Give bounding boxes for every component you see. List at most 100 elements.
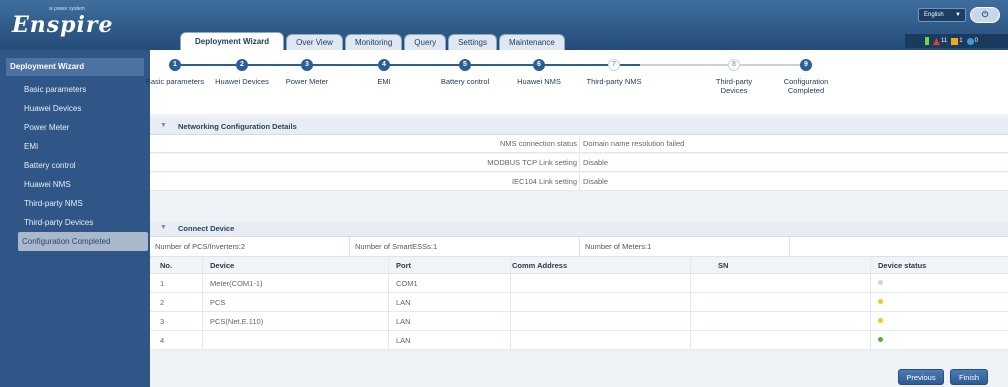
column-divider — [202, 257, 203, 350]
step-1-dot[interactable]: 1 — [169, 59, 181, 71]
alarm-bar: 11 1 0 — [905, 34, 1008, 48]
step-8-label: Third-party Devices — [715, 77, 753, 95]
step-4-label: EMI — [377, 77, 391, 86]
step-3-dot[interactable]: 3 — [301, 59, 313, 71]
networking-section-title: Networking Configuration Details — [178, 122, 297, 131]
col-device-status[interactable]: Device status — [878, 261, 926, 270]
sidebar-item-third-party-nms[interactable]: Third-party NMS — [24, 194, 150, 213]
warning-red-icon — [933, 37, 940, 45]
signal-icon — [919, 37, 929, 45]
status-dot — [878, 280, 883, 285]
smartess-count: Number of SmartESSs:1 — [350, 237, 580, 257]
col-sn[interactable]: SN — [718, 261, 728, 270]
minor-alarm[interactable]: 0 — [966, 37, 978, 45]
step-4-dot[interactable]: 4 — [378, 59, 390, 71]
step-3-label: Power Meter — [285, 77, 329, 86]
finish-button[interactable]: Finish — [950, 369, 988, 385]
iec104-link-row: IEC104 Link setting Disable — [150, 173, 1008, 191]
device-table-header: No. Device Port Comm Address SN Device s… — [150, 257, 1008, 274]
sidebar-title: Deployment Wizard — [6, 58, 144, 76]
divider — [579, 135, 580, 153]
tab-settings[interactable]: Settings — [448, 34, 497, 50]
modbus-link-key: MODBUS TCP Link setting — [487, 158, 577, 167]
major-alarm-count: 1 — [959, 38, 963, 44]
tab-monitoring[interactable]: Monitoring — [344, 34, 403, 50]
status-dot — [878, 299, 883, 304]
iec104-link-key: IEC104 Link setting — [511, 177, 577, 186]
table-row[interactable]: 3 PCS(Net.E.110) LAN — [150, 312, 1008, 331]
step-9-dot[interactable]: 9 — [800, 59, 812, 71]
sidebar: Deployment Wizard Basic parameters Huawe… — [0, 50, 150, 387]
connect-device-section-header[interactable]: ▼ Connect Device — [150, 221, 1008, 237]
tab-over-view[interactable]: Over View — [286, 34, 343, 50]
row-device: PCS(Net.E.110) — [210, 317, 264, 326]
language-value: English — [924, 12, 944, 18]
step-6-dot[interactable]: 6 — [533, 59, 545, 71]
row-port: LAN — [396, 336, 411, 345]
meter-count: Number of Meters:1 — [580, 237, 790, 257]
sidebar-item-configuration-completed[interactable]: Configuration Completed — [18, 232, 148, 251]
step-8-dot[interactable]: 8 — [728, 59, 740, 71]
major-alarm[interactable]: 1 — [951, 37, 963, 45]
sidebar-item-battery-control[interactable]: Battery control — [24, 156, 150, 175]
top-header: w power system Enspire Deployment Wizard… — [0, 0, 1008, 50]
wizard-stepper: 1 Basic parameters 2 Huawei Devices 3 Po… — [146, 50, 1008, 105]
networking-section-header[interactable]: ▼ Networking Configuration Details — [150, 119, 1008, 135]
language-select[interactable]: English ▼ — [918, 8, 966, 22]
row-no: 3 — [160, 317, 165, 326]
divider — [579, 154, 580, 172]
previous-button[interactable]: Previous — [898, 369, 944, 385]
device-count-row: Number of PCS/Inverters:2 Number of Smar… — [150, 237, 1008, 257]
tab-maintenance[interactable]: Maintenance — [499, 34, 565, 50]
sidebar-item-emi[interactable]: EMI — [24, 137, 150, 156]
table-row[interactable]: 2 PCS LAN — [150, 293, 1008, 312]
logout-button[interactable]: ⏻ — [970, 7, 1000, 23]
col-no[interactable]: No. — [160, 261, 172, 270]
iec104-link-value: Disable — [583, 177, 609, 186]
collapse-arrow-icon: ▼ — [160, 122, 167, 129]
connect-device-section-title: Connect Device — [178, 224, 235, 233]
step-6-label: Huawei NMS — [517, 77, 561, 86]
sidebar-item-power-meter[interactable]: Power Meter — [24, 118, 150, 137]
col-port[interactable]: Port — [396, 261, 411, 270]
column-divider — [870, 257, 871, 350]
row-no: 1 — [160, 279, 165, 288]
sidebar-item-third-party-devices[interactable]: Third-party Devices — [24, 213, 150, 232]
alarm-blue-icon — [966, 37, 974, 45]
nms-connection-value: Domain name resolution failed — [583, 139, 685, 148]
modbus-link-row: MODBUS TCP Link setting Disable — [150, 154, 1008, 172]
row-port: COM1 — [396, 279, 418, 288]
chevron-down-icon: ▼ — [955, 12, 961, 18]
sidebar-item-huawei-devices[interactable]: Huawei Devices — [24, 99, 150, 118]
tab-deployment-wizard[interactable]: Deployment Wizard — [180, 32, 285, 50]
minor-alarm-count: 0 — [974, 38, 978, 44]
step-2-dot[interactable]: 2 — [236, 59, 248, 71]
stepper-pending-line — [640, 64, 810, 66]
sidebar-item-basic-parameters[interactable]: Basic parameters — [24, 80, 150, 99]
logout-icon: ⏻ — [981, 10, 989, 19]
sidebar-item-huawei-nms[interactable]: Huawei NMS — [24, 175, 150, 194]
step-7-dot[interactable]: 7 — [608, 59, 620, 71]
nms-connection-row: NMS connection status Domain name resolu… — [150, 135, 1008, 153]
column-divider — [690, 257, 691, 350]
table-row[interactable]: 1 Meter(COM1-1) COM1 — [150, 274, 1008, 293]
status-dot — [878, 337, 883, 342]
alarm-orange-icon — [951, 37, 959, 45]
row-device: PCS — [210, 298, 226, 307]
nms-connection-key: NMS connection status — [499, 139, 577, 148]
main-content: 1 Basic parameters 2 Huawei Devices 3 Po… — [146, 50, 1008, 387]
pcs-count: Number of PCS/Inverters:2 — [150, 237, 350, 257]
row-no: 2 — [160, 298, 165, 307]
row-port: LAN — [396, 298, 411, 307]
status-dot — [878, 318, 883, 323]
step-5-dot[interactable]: 5 — [459, 59, 471, 71]
table-row[interactable]: 4 LAN — [150, 331, 1008, 350]
critical-alarm[interactable]: 11 — [933, 37, 948, 45]
col-device[interactable]: Device — [210, 261, 234, 270]
col-comm-address[interactable]: Comm Address — [512, 261, 567, 270]
critical-alarm-count: 11 — [941, 38, 948, 44]
step-9-label: Configuration Completed — [783, 77, 829, 95]
row-no: 4 — [160, 336, 165, 345]
step-7-label: Third-party NMS — [586, 77, 642, 86]
tab-query[interactable]: Query — [404, 34, 447, 50]
